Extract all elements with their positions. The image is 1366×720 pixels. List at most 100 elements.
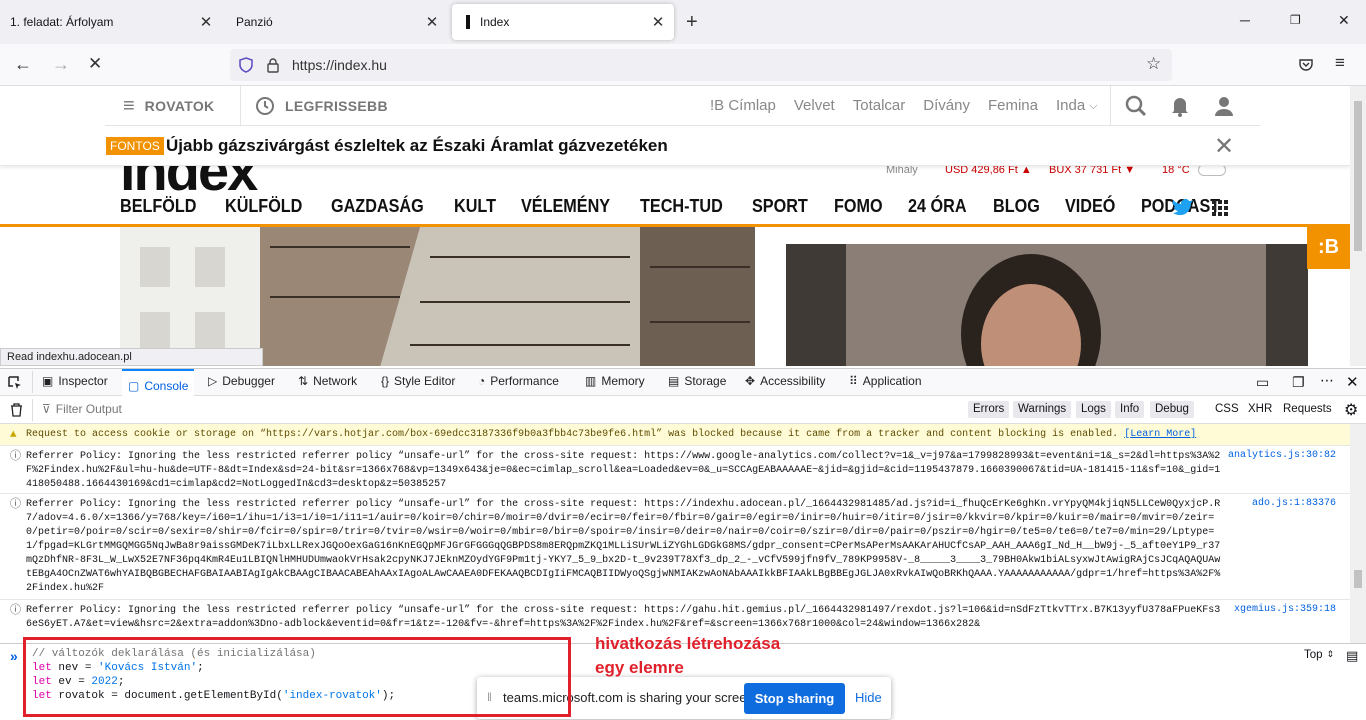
tab-inspector[interactable]: ▣ Inspector [42, 374, 108, 388]
index-top-nav: ≡ ROVATOK LEGFRISSEBB !B Címlap Velvet T… [105, 86, 1260, 126]
tab-index[interactable]: Index ✕ [452, 4, 674, 40]
article-image-building[interactable] [120, 227, 755, 366]
tab-title: Panzió [236, 15, 273, 29]
learn-more-link[interactable]: [Learn More] [1124, 429, 1196, 440]
category-link[interactable]: GAZDASÁG [331, 196, 424, 217]
search-icon[interactable] [1125, 95, 1147, 117]
close-icon[interactable]: ✕ [424, 13, 440, 31]
message-source-link[interactable]: analytics.js:30:82 [1228, 449, 1336, 463]
filter-info[interactable]: Info [1115, 401, 1145, 418]
filter-logs[interactable]: Logs [1076, 401, 1111, 418]
stop-loading-icon[interactable]: ✕ [88, 54, 102, 74]
close-devtools-icon[interactable]: ✕ [1346, 373, 1359, 391]
filter-debug[interactable]: Debug [1150, 401, 1194, 418]
window-close-icon[interactable]: ✕ [1338, 12, 1350, 29]
responsive-mode-icon[interactable]: ▭ [1256, 374, 1269, 391]
split-console-icon[interactable]: ▤ [1346, 648, 1358, 664]
close-icon[interactable]: ✕ [1214, 132, 1234, 161]
tab-console[interactable]: ▢ Console [122, 369, 195, 396]
bell-icon[interactable] [1170, 95, 1190, 117]
site-link[interactable]: Totalcar [853, 97, 906, 114]
url-text[interactable]: https://index.hu [292, 57, 387, 73]
tab-debugger[interactable]: ▷ Debugger [208, 374, 275, 388]
console-warning: ▲ Request to access cookie or storage on… [0, 424, 1350, 446]
category-link[interactable]: TECH-TUD [640, 196, 723, 217]
page-scrollbar[interactable] [1350, 86, 1366, 366]
article-image-portrait[interactable] [786, 244, 1308, 366]
category-link[interactable]: 24 ÓRA [908, 196, 967, 217]
accessibility-icon: ✥ [745, 374, 756, 388]
tab-style-editor[interactable]: {} Style Editor [381, 374, 455, 388]
tab-arfolyam[interactable]: 1. feladat: Árfolyam ✕ [0, 4, 222, 40]
tab-accessibility[interactable]: ✥ Accessibility [745, 374, 825, 388]
annotation-line: egy elemre [595, 658, 684, 677]
legfrissebb-menu[interactable]: LEGFRISSEBB [255, 96, 388, 116]
minimize-icon[interactable]: ─ [1240, 12, 1250, 28]
message-source-link[interactable]: ado.js:1:83376 [1252, 497, 1336, 511]
tab-application[interactable]: ⠿ Application [849, 374, 922, 388]
breaking-news-bar[interactable]: FONTOS Újabb gázszivárgást észleltek az … [0, 126, 1350, 166]
bookmark-star-icon[interactable]: ☆ [1146, 54, 1161, 74]
debugger-icon: ▷ [208, 374, 218, 388]
rovatok-menu[interactable]: ≡ ROVATOK [123, 96, 214, 116]
stop-sharing-button[interactable]: Stop sharing [744, 683, 845, 714]
category-link[interactable]: KULT [454, 196, 496, 217]
new-tab-plus-icon[interactable]: + [686, 12, 698, 32]
tab-storage[interactable]: ▤ Storage [668, 374, 726, 388]
site-link[interactable]: Inda [1056, 97, 1085, 114]
close-icon[interactable]: ✕ [650, 13, 666, 31]
console-message: ⓘ Referrer Policy: Ignoring the less res… [0, 446, 1350, 494]
filter-warnings[interactable]: Warnings [1013, 401, 1072, 418]
info-icon: ⓘ [10, 499, 21, 511]
dock-icon[interactable]: ❐ [1292, 374, 1305, 391]
trash-icon[interactable] [10, 403, 23, 417]
twitter-icon[interactable] [1172, 198, 1194, 216]
category-link[interactable]: FOMO [834, 196, 883, 217]
forward-arrow-icon[interactable]: → [52, 54, 70, 75]
user-icon[interactable] [1213, 95, 1235, 117]
settings-gear-icon[interactable]: ⚙ [1344, 400, 1358, 420]
category-link[interactable]: VÉLEMÉNY [521, 196, 610, 217]
clock-icon [256, 97, 274, 115]
pocket-icon[interactable] [1298, 57, 1314, 73]
b-badge[interactable]: :B [1307, 227, 1350, 269]
restore-icon[interactable]: ❐ [1290, 13, 1301, 27]
hide-button[interactable]: Hide [855, 690, 882, 705]
filter-errors[interactable]: Errors [968, 401, 1010, 418]
console-scrollbar[interactable] [1350, 424, 1366, 643]
tab-network[interactable]: ⇅ Network [298, 374, 357, 388]
close-icon[interactable]: ✕ [198, 13, 214, 31]
filter-requests[interactable]: Requests [1283, 403, 1332, 415]
message-source-link[interactable]: xgemius.js:359:18 [1234, 603, 1336, 617]
scrollbar-thumb[interactable] [1354, 101, 1362, 251]
category-link[interactable]: SPORT [752, 196, 808, 217]
tab-panzio[interactable]: Panzió ✕ [226, 4, 448, 40]
back-arrow-icon[interactable]: ← [14, 54, 32, 75]
tab-performance[interactable]: ◔ Performance [478, 374, 559, 388]
filter-xhr[interactable]: XHR [1248, 403, 1272, 415]
chevron-down-icon[interactable]: ⌵ [1089, 100, 1097, 114]
site-link[interactable]: Velvet [794, 97, 835, 114]
site-link[interactable]: Dívány [923, 97, 970, 114]
menu-hamburger-icon[interactable]: ≡ [1335, 53, 1345, 73]
more-options-icon[interactable]: ⋯ [1320, 372, 1334, 389]
category-link[interactable]: VIDEÓ [1065, 196, 1115, 217]
element-picker-icon[interactable] [8, 376, 22, 390]
shield-icon[interactable] [238, 57, 254, 73]
context-selector[interactable]: Top ⇕ [1304, 649, 1334, 661]
navigation-bar: ← → ✕ https://index.hu ☆ ≡ [0, 44, 1366, 86]
tab-memory[interactable]: ▥ Memory [585, 374, 645, 388]
site-link[interactable]: !B Címlap [710, 97, 776, 114]
lock-icon[interactable] [266, 57, 280, 73]
grid-menu-icon[interactable] [1212, 200, 1228, 216]
page-viewport: ≡ ROVATOK LEGFRISSEBB !B Címlap Velvet T… [0, 86, 1350, 366]
address-bar[interactable]: https://index.hu ☆ [230, 49, 1172, 81]
category-link[interactable]: BLOG [993, 196, 1040, 217]
breaking-headline[interactable]: Újabb gázszivárgást észleltek az Északi … [166, 136, 668, 156]
scrollbar-thumb[interactable] [1354, 570, 1362, 588]
filter-output-input[interactable]: ⊽ Filter Output [42, 402, 122, 416]
tab-label: Memory [601, 374, 645, 388]
site-link[interactable]: Femina [988, 97, 1038, 114]
filter-css[interactable]: CSS [1215, 403, 1239, 415]
application-icon: ⠿ [849, 374, 858, 388]
